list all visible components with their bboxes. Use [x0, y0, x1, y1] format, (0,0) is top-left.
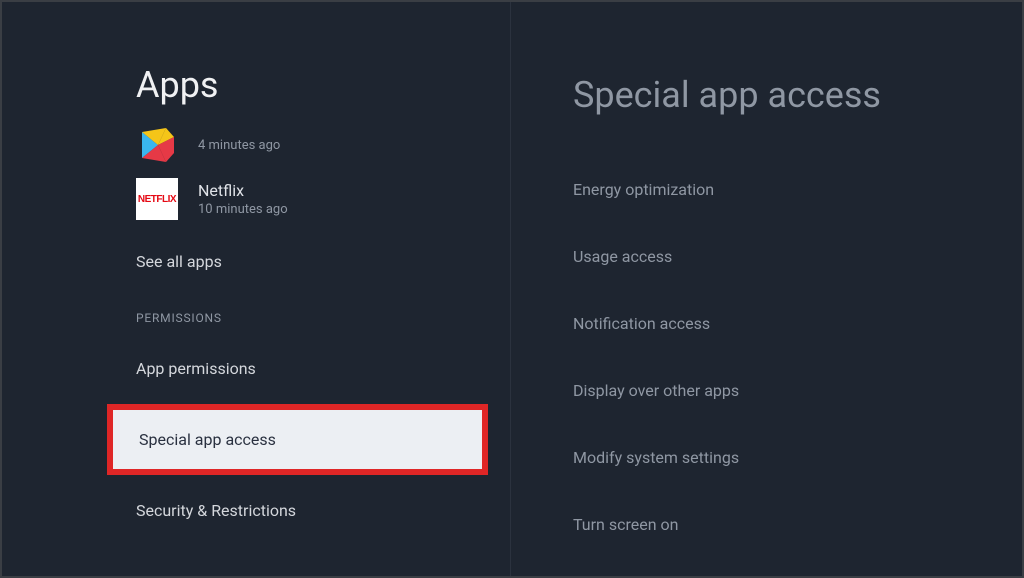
- usage-access-item[interactable]: Usage access: [511, 227, 1022, 286]
- security-restrictions-item[interactable]: Security & Restrictions: [2, 481, 510, 540]
- display-over-apps-item[interactable]: Display over other apps: [511, 361, 1022, 420]
- special-access-panel: Special app access Energy optimization U…: [510, 2, 1022, 576]
- see-all-apps[interactable]: See all apps: [2, 232, 510, 291]
- energy-optimization-item[interactable]: Energy optimization: [511, 160, 1022, 219]
- special-app-access-label: Special app access: [113, 410, 482, 469]
- netflix-logo-text: NETFLIX: [138, 194, 176, 205]
- notification-access-item[interactable]: Notification access: [511, 294, 1022, 353]
- recent-app-netflix[interactable]: NETFLIX Netflix 10 minutes ago: [2, 178, 510, 232]
- app-info: 4 minutes ago: [198, 138, 280, 153]
- modify-system-settings-item[interactable]: Modify system settings: [511, 428, 1022, 487]
- panel-title: Special app access: [573, 74, 1022, 116]
- app-time: 4 minutes ago: [198, 138, 280, 153]
- app-time: 10 minutes ago: [198, 202, 288, 217]
- settings-layout: Apps 4 minutes ago NETFLIX: [2, 2, 1022, 576]
- page-title: Apps: [136, 64, 510, 106]
- apps-panel: Apps 4 minutes ago NETFLIX: [2, 2, 510, 576]
- app-info: Netflix 10 minutes ago: [198, 181, 288, 217]
- special-app-access-item[interactable]: Special app access: [107, 404, 488, 475]
- recent-app-play[interactable]: 4 minutes ago: [2, 124, 510, 178]
- app-name: Netflix: [198, 181, 288, 200]
- app-permissions-item[interactable]: App permissions: [2, 339, 510, 398]
- permissions-header: PERMISSIONS: [2, 291, 510, 339]
- play-store-icon: [136, 124, 178, 166]
- turn-screen-on-item[interactable]: Turn screen on: [511, 495, 1022, 554]
- netflix-icon: NETFLIX: [136, 178, 178, 220]
